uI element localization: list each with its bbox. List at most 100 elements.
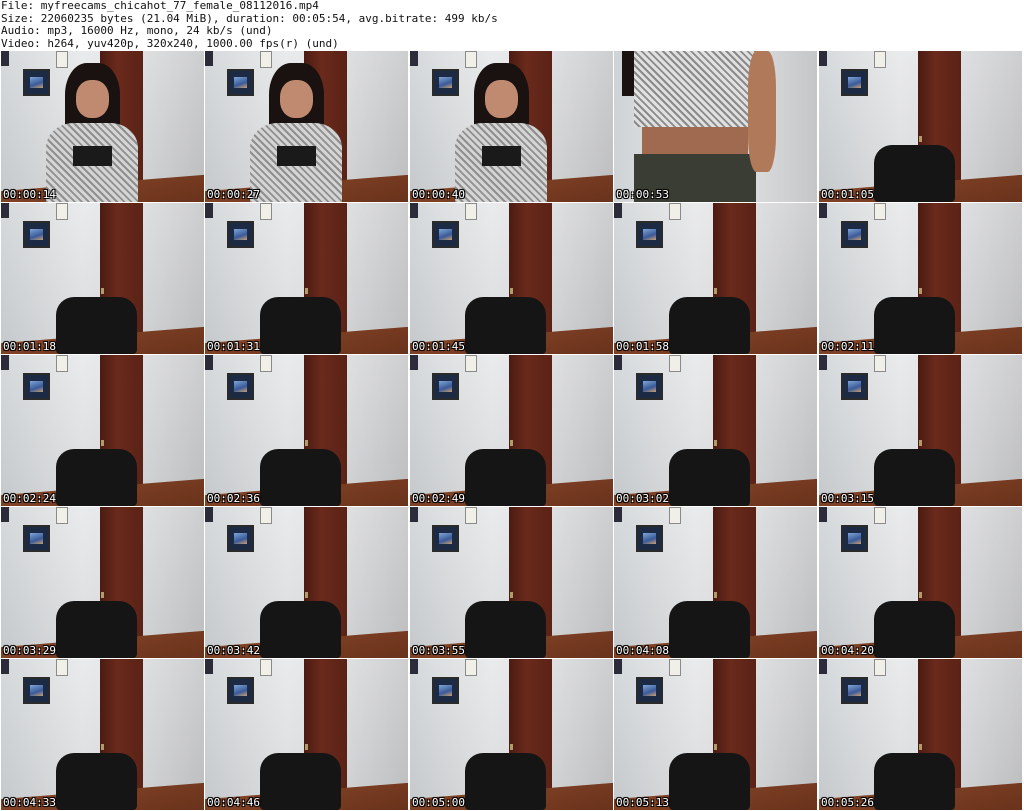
thumbnail-timestamp: 00:01:05 [821, 188, 874, 201]
light-switch [668, 203, 681, 220]
chair [55, 752, 137, 810]
wall-picture [636, 677, 663, 705]
wall-picture [636, 373, 663, 401]
wall-picture [841, 221, 868, 249]
video-thumbnail[interactable]: 00:01:58 [614, 203, 817, 354]
wall-picture [841, 69, 868, 97]
thumbnail-timestamp: 00:02:49 [412, 492, 465, 505]
thumbnail-timestamp: 00:03:29 [3, 644, 56, 657]
wall-picture [841, 677, 868, 705]
video-thumbnail[interactable]: 00:00:14 [1, 51, 204, 202]
video-thumbnail[interactable]: 00:00:40 [410, 51, 613, 202]
wall-picture [227, 677, 254, 705]
thumbnail-timestamp: 00:02:36 [207, 492, 260, 505]
video-thumbnail[interactable]: 00:02:11 [819, 203, 1022, 354]
wall-picture [23, 373, 50, 401]
video-thumbnail[interactable]: 00:04:46 [205, 659, 408, 810]
light-switch [259, 355, 272, 372]
chair [873, 448, 955, 506]
chair [259, 296, 341, 354]
chair [259, 752, 341, 810]
light-switch [873, 203, 886, 220]
thumbnail-timestamp: 00:04:20 [821, 644, 874, 657]
wall-picture [227, 525, 254, 553]
thumbnail-timestamp: 00:03:55 [412, 644, 465, 657]
video-thumbnail[interactable]: 00:04:20 [819, 507, 1022, 658]
thumbnail-timestamp: 00:05:26 [821, 796, 874, 809]
chair [668, 600, 750, 658]
thumbnail-timestamp: 00:01:58 [616, 340, 669, 353]
chair [464, 752, 546, 810]
wall-picture [227, 221, 254, 249]
light-switch [259, 659, 272, 676]
light-switch [55, 507, 68, 524]
light-switch [464, 203, 477, 220]
video-thumbnail[interactable]: 00:05:00 [410, 659, 613, 810]
wall-picture [227, 373, 254, 401]
video-thumbnail[interactable]: 00:04:33 [1, 659, 204, 810]
thumbnail-grid: 00:00:14 00:00:27 00:00:40 00:00:53 00:01:05… [1, 51, 1023, 811]
thumbnail-timestamp: 00:04:08 [616, 644, 669, 657]
video-thumbnail[interactable]: 00:03:55 [410, 507, 613, 658]
thumbnail-timestamp: 00:04:33 [3, 796, 56, 809]
audio-info-line: Audio: mp3, 16000 Hz, mono, 24 kb/s (und… [1, 24, 273, 37]
video-thumbnail[interactable]: 00:01:45 [410, 203, 613, 354]
thumbnail-timestamp: 00:00:27 [207, 188, 260, 201]
light-switch [55, 203, 68, 220]
video-thumbnail[interactable]: 00:02:36 [205, 355, 408, 506]
video-thumbnail[interactable]: 00:03:29 [1, 507, 204, 658]
wall-picture [841, 525, 868, 553]
person [38, 63, 148, 202]
light-switch [668, 355, 681, 372]
light-switch [668, 659, 681, 676]
thumbnail-timestamp: 00:03:15 [821, 492, 874, 505]
light-switch [464, 659, 477, 676]
thumbnail-timestamp: 00:02:24 [3, 492, 56, 505]
thumbnail-timestamp: 00:03:02 [616, 492, 669, 505]
file-name-line: File: myfreecams_chicahot_77_female_0811… [1, 0, 319, 12]
wall-picture [23, 677, 50, 705]
chair [464, 296, 546, 354]
wall-picture [23, 221, 50, 249]
video-thumbnail[interactable]: 00:02:49 [410, 355, 613, 506]
chair [668, 752, 750, 810]
chair [55, 448, 137, 506]
wall-picture [432, 525, 459, 553]
chair [668, 296, 750, 354]
thumbnail-timestamp: 00:02:11 [821, 340, 874, 353]
video-thumbnail[interactable]: 00:03:42 [205, 507, 408, 658]
light-switch [873, 51, 886, 68]
video-thumbnail[interactable]: 00:01:31 [205, 203, 408, 354]
light-switch [873, 355, 886, 372]
video-thumbnail[interactable]: 00:05:13 [614, 659, 817, 810]
light-switch [668, 507, 681, 524]
wall-picture [23, 525, 50, 553]
video-thumbnail[interactable]: 00:01:05 [819, 51, 1022, 202]
video-thumbnail[interactable]: 00:05:26 [819, 659, 1022, 810]
person [447, 63, 557, 202]
light-switch [873, 659, 886, 676]
video-thumbnail[interactable]: 00:03:15 [819, 355, 1022, 506]
video-thumbnail[interactable]: 00:04:08 [614, 507, 817, 658]
video-thumbnail[interactable]: 00:03:02 [614, 355, 817, 506]
video-thumbnail[interactable]: 00:00:27 [205, 51, 408, 202]
chair [873, 144, 955, 202]
light-switch [259, 203, 272, 220]
thumbnail-timestamp: 00:05:00 [412, 796, 465, 809]
chair [259, 600, 341, 658]
wall-picture [636, 525, 663, 553]
light-switch [873, 507, 886, 524]
chair [55, 296, 137, 354]
chair [873, 296, 955, 354]
video-thumbnail[interactable]: 00:01:18 [1, 203, 204, 354]
video-thumbnail[interactable]: 00:02:24 [1, 355, 204, 506]
thumbnail-timestamp: 00:03:42 [207, 644, 260, 657]
thumbnail-timestamp: 00:01:31 [207, 340, 260, 353]
video-thumbnail[interactable]: 00:00:53 [614, 51, 817, 202]
thumbnail-timestamp: 00:00:53 [616, 188, 669, 201]
file-info-header: File: myfreecams_chicahot_77_female_0811… [1, 0, 1023, 51]
wall-picture [432, 677, 459, 705]
chair [259, 448, 341, 506]
wall-picture [432, 221, 459, 249]
chair [464, 600, 546, 658]
